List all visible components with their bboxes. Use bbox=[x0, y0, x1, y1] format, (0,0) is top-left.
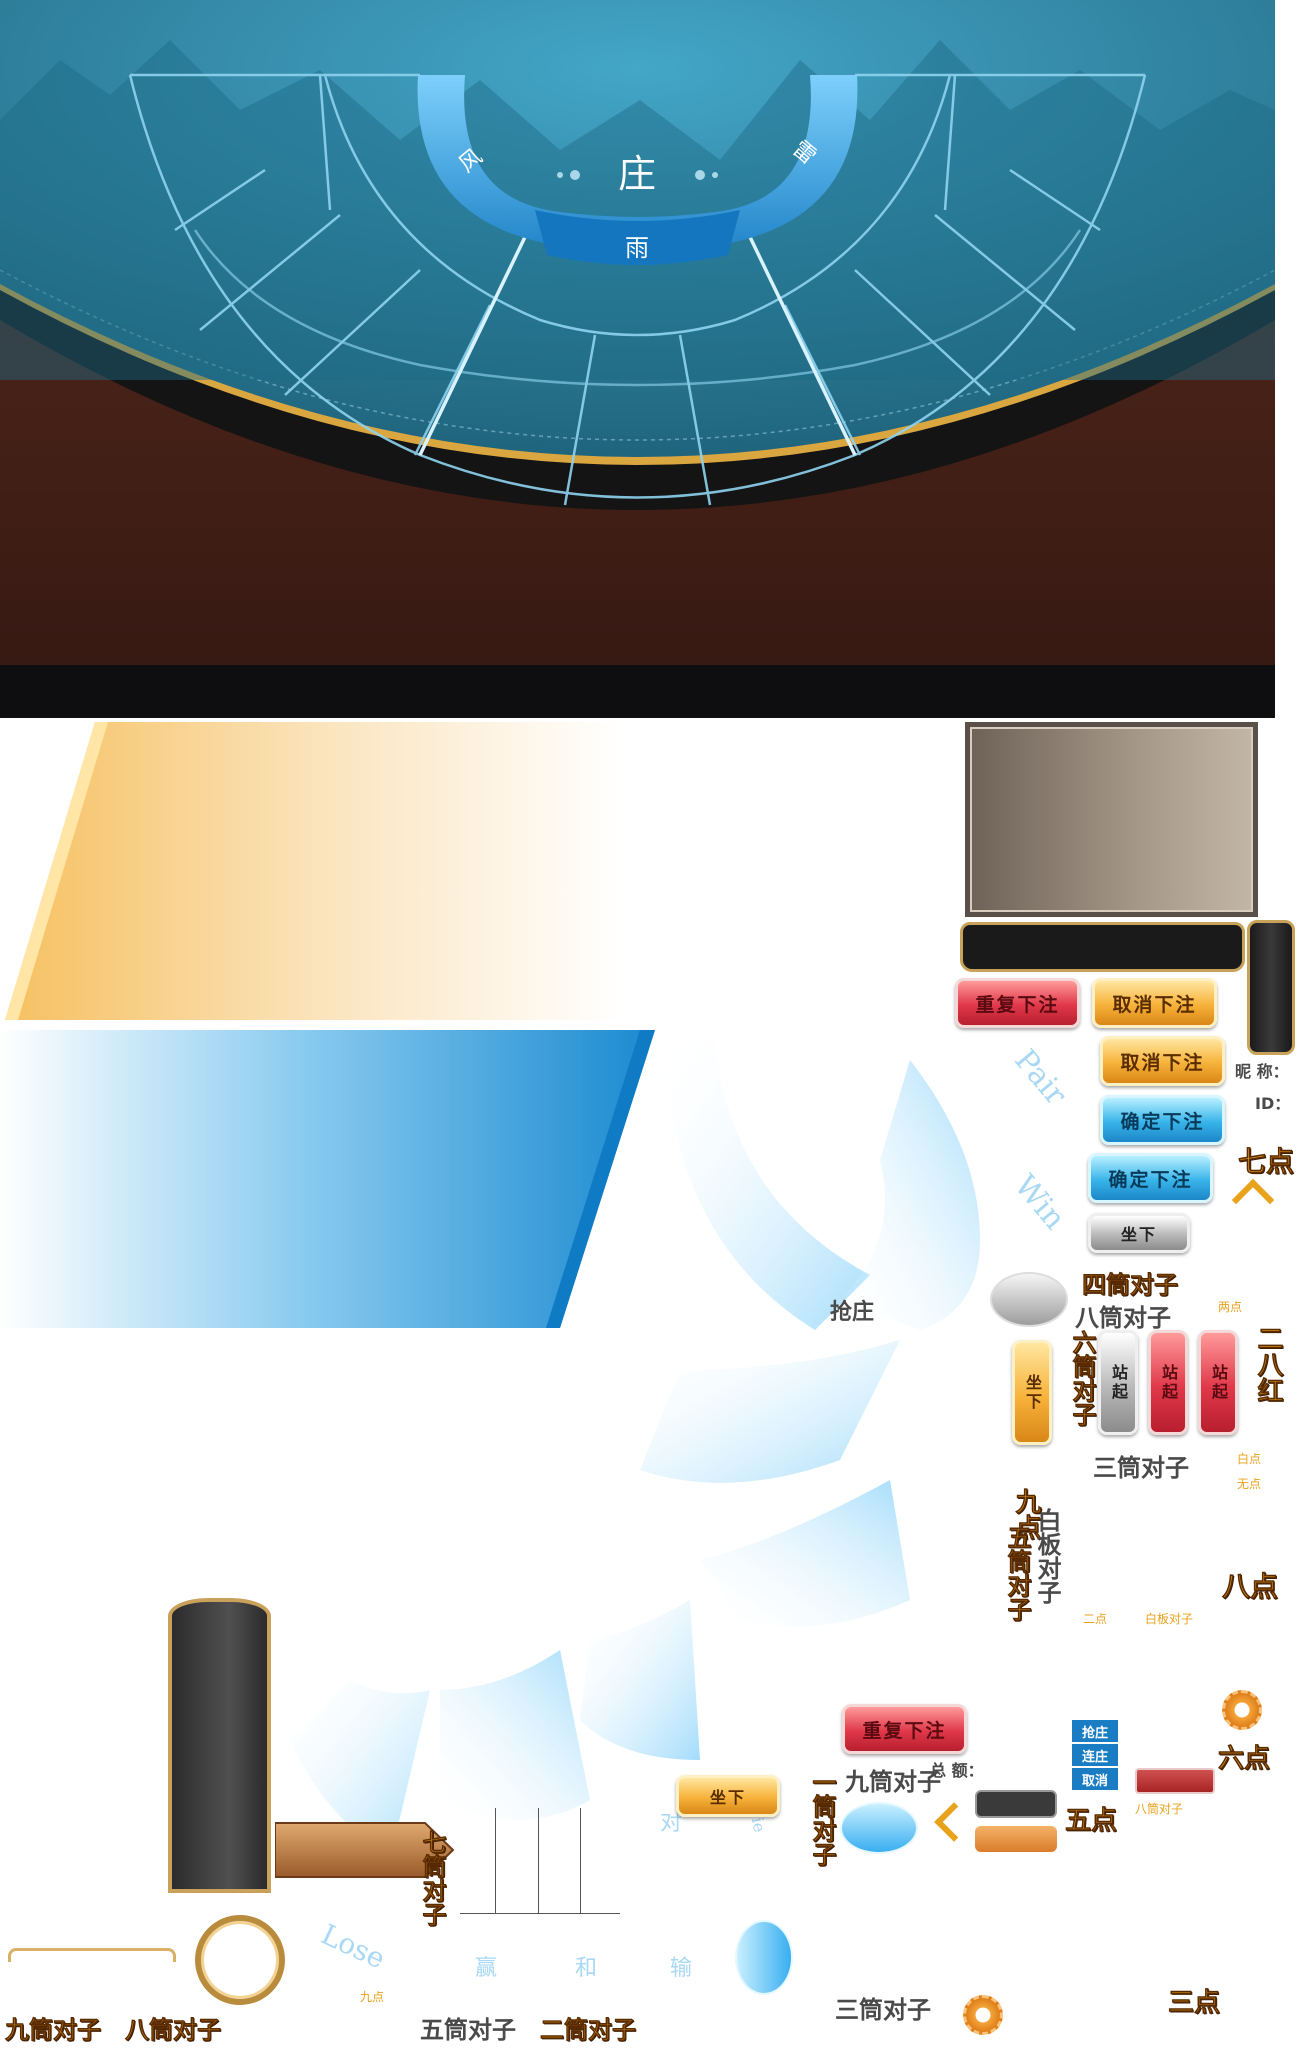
gold-line-frame bbox=[8, 1948, 176, 1962]
grab-banker-label: 抢庄 bbox=[830, 1300, 875, 1325]
game-table: 庄 风 雨 雷 bbox=[0, 0, 1275, 718]
chevron-up-icon[interactable] bbox=[1231, 1178, 1275, 1222]
repeat-bet-button-alt[interactable]: 重复下注 bbox=[842, 1704, 967, 1754]
table-felt-graphic: 庄 风 雨 雷 bbox=[0, 0, 1275, 718]
pair-six-label: 六筒对子 bbox=[1068, 1330, 1097, 1427]
pair-eight-bottom-label: 八筒对子 bbox=[125, 2016, 222, 2045]
orange-bar bbox=[975, 1826, 1057, 1852]
red-bar bbox=[1135, 1768, 1215, 1794]
eight-point-label: 八点 bbox=[1222, 1570, 1279, 1604]
seven-point-label: 七点 bbox=[1238, 1145, 1295, 1179]
cancel-bet-button-alt[interactable]: 取消下注 bbox=[1100, 1036, 1225, 1086]
info-panel bbox=[965, 722, 1258, 917]
pair-white-label: 白板对子 bbox=[1033, 1508, 1061, 1604]
confirm-bet-button-alt[interactable]: 确定下注 bbox=[1088, 1153, 1213, 1203]
pair-three-label: 三筒对子 bbox=[1093, 1454, 1189, 1482]
sit-down-button-vertical[interactable]: 坐下 bbox=[1012, 1340, 1052, 1445]
pair-two-bottom-label: 二筒对子 bbox=[540, 2016, 637, 2045]
divider-line bbox=[538, 1808, 539, 1913]
pair-four-label: 四筒对子 bbox=[1082, 1271, 1179, 1300]
divider-line bbox=[495, 1808, 496, 1913]
repeat-bet-button[interactable]: 重复下注 bbox=[955, 978, 1080, 1028]
five-point-label: 五点 bbox=[1065, 1806, 1118, 1837]
dark-plaque bbox=[960, 922, 1245, 972]
three-point-label: 三点 bbox=[1168, 1988, 1221, 2019]
gear-icon-alt[interactable] bbox=[963, 1995, 1003, 2035]
pair-nine-bottom-label: 九筒对子 bbox=[5, 2016, 102, 2045]
sit-down-button-gray[interactable]: 坐下 bbox=[1088, 1213, 1190, 1253]
gold-gradient-banner bbox=[5, 722, 620, 1020]
divider-line bbox=[460, 1913, 620, 1914]
shu-text: 输 bbox=[670, 1956, 693, 1981]
eight-pair-small: 八筒对子 bbox=[1135, 1802, 1184, 1816]
stand-up-button-gray[interactable]: 站起 bbox=[1098, 1330, 1138, 1435]
banker-label: 庄 bbox=[618, 152, 656, 196]
nine-point-small: 九点 bbox=[360, 1990, 385, 2004]
cancel-tag: 取消 bbox=[1072, 1768, 1118, 1790]
dark-bar bbox=[975, 1790, 1057, 1818]
vertical-dark-panel bbox=[168, 1598, 271, 1893]
sit-down-button[interactable]: 坐下 bbox=[676, 1775, 780, 1817]
grab-tag: 抢庄 bbox=[1072, 1720, 1118, 1742]
divider-line bbox=[580, 1808, 581, 1913]
six-point-label: 六点 bbox=[1218, 1744, 1271, 1775]
liangdian-label: 两点 bbox=[1218, 1300, 1243, 1314]
nickname-label: 昵 称： bbox=[1235, 1062, 1289, 1081]
pair-five-bottom-label: 五筒对子 bbox=[420, 2016, 516, 2044]
he-text: 和 bbox=[575, 1956, 598, 1981]
pair-three-bottom-label: 三筒对子 bbox=[835, 1996, 931, 2024]
continue-tag: 连庄 bbox=[1072, 1744, 1118, 1766]
pair-one-label: 一筒对子 bbox=[808, 1770, 837, 1867]
cancel-bet-button[interactable]: 取消下注 bbox=[1092, 978, 1217, 1028]
id-label: ID： bbox=[1255, 1094, 1291, 1113]
ying-text: 赢 bbox=[475, 1956, 498, 1981]
confirm-bet-button[interactable]: 确定下注 bbox=[1100, 1095, 1225, 1145]
pair-nine-label: 九筒对子 bbox=[845, 1768, 941, 1796]
white-pair-small: 白板对子 bbox=[1145, 1612, 1194, 1626]
two-eight-red-label: 二八红 bbox=[1253, 1325, 1284, 1404]
stand-up-button-red[interactable]: 站起 bbox=[1148, 1330, 1188, 1435]
gray-round-button[interactable] bbox=[990, 1272, 1068, 1327]
dark-vertical-plaque bbox=[1247, 920, 1295, 1055]
blue-oval-button[interactable] bbox=[735, 1920, 793, 1995]
blue-round-button[interactable] bbox=[840, 1802, 918, 1854]
avatar-ring bbox=[195, 1915, 285, 2005]
bai-dian-label: 白点 bbox=[1237, 1452, 1262, 1466]
rain-label: 雨 bbox=[625, 234, 649, 262]
pair-eight-label: 八筒对子 bbox=[1075, 1304, 1171, 1332]
two-point-small: 二点 bbox=[1083, 1612, 1108, 1626]
wu-dian-label: 无点 bbox=[1237, 1477, 1262, 1491]
pair-seven-label: 七筒对子 bbox=[418, 1830, 447, 1927]
gear-icon[interactable] bbox=[1222, 1690, 1262, 1730]
win-text: Win bbox=[1007, 1168, 1073, 1237]
pair-five-label: 五筒对子 bbox=[1003, 1525, 1032, 1622]
pair-text: Pair bbox=[1007, 1043, 1074, 1112]
stand-up-button-red-alt[interactable]: 站起 bbox=[1198, 1330, 1238, 1435]
